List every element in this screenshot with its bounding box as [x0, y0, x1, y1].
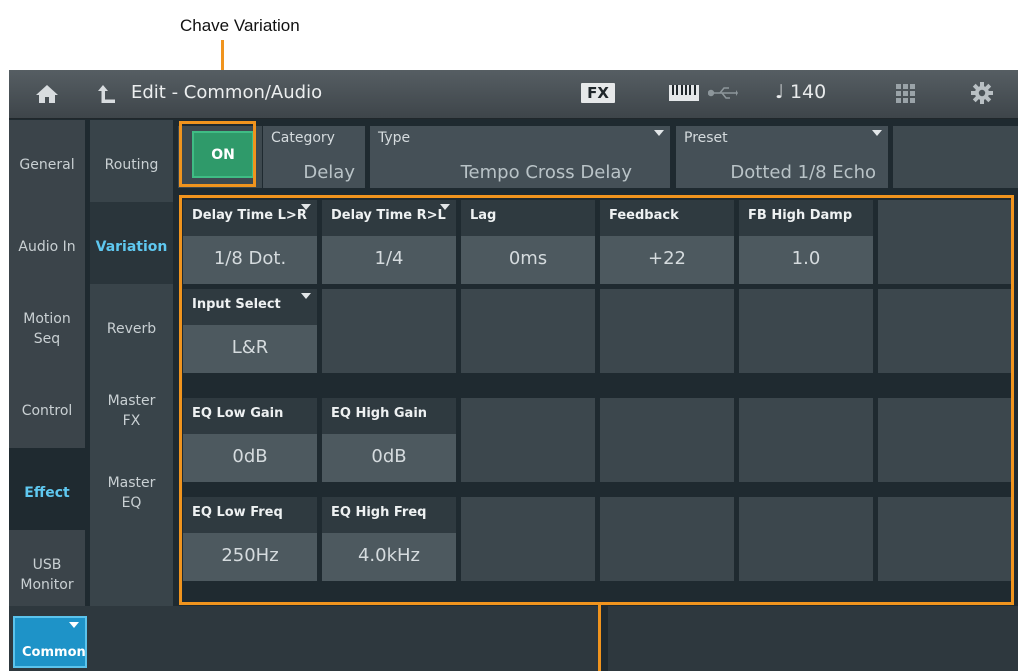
chevron-down-icon: [872, 130, 882, 136]
grid-icon[interactable]: [896, 84, 916, 104]
subtab-master-fx[interactable]: Master FX: [90, 366, 173, 456]
bottom-panel-left: [9, 606, 601, 671]
highlight-on-switch: [179, 121, 256, 187]
category-value: Delay: [303, 162, 355, 183]
usb-icon: [708, 87, 738, 99]
chevron-down-icon: [69, 622, 79, 628]
keyboard-icon: [669, 85, 699, 101]
tab-effect[interactable]: Effect: [9, 448, 85, 538]
subtab-label: Master FX: [107, 392, 156, 429]
tempo-value: 140: [789, 81, 827, 103]
callout-line-bottom: [598, 604, 601, 671]
tempo-display[interactable]: ♩ 140: [775, 81, 826, 103]
header-empty: [893, 126, 1018, 188]
category-field[interactable]: Category Delay: [263, 126, 365, 188]
subtab-label: Reverb: [106, 320, 157, 337]
tab-label: Control: [21, 402, 73, 419]
bottom-panel-right: [608, 606, 1018, 671]
highlight-param-area: [179, 195, 1014, 605]
tab-audio-in[interactable]: Audio In: [9, 202, 85, 292]
type-label: Type: [378, 130, 411, 146]
type-field[interactable]: Type Tempo Cross Delay: [370, 126, 670, 188]
preset-label: Preset: [684, 130, 728, 146]
preset-field[interactable]: Preset Dotted 1/8 Echo: [676, 126, 888, 188]
home-icon[interactable]: [35, 84, 59, 104]
preset-value: Dotted 1/8 Echo: [730, 162, 876, 183]
subtab-master-eq[interactable]: Master EQ: [90, 448, 173, 538]
subtab-reverb[interactable]: Reverb: [90, 284, 173, 374]
back-icon[interactable]: [97, 83, 117, 105]
gear-icon[interactable]: [971, 82, 993, 104]
tab-label: General: [19, 156, 75, 173]
subtab-label: Master EQ: [107, 474, 156, 511]
common-button[interactable]: Common: [13, 616, 87, 668]
tab-label: Audio In: [18, 238, 76, 255]
subtab-label: Variation: [95, 238, 168, 255]
type-value: Tempo Cross Delay: [460, 162, 632, 183]
tab-motion-seq[interactable]: Motion Seq: [9, 284, 85, 374]
common-label: Common: [22, 645, 86, 660]
tab-label: Motion Seq: [23, 310, 71, 347]
fx-icon[interactable]: FX: [581, 83, 615, 103]
top-bar: Edit - Common/Audio FX ♩ 140: [9, 70, 1018, 119]
tab-general[interactable]: General: [9, 120, 85, 210]
subtab-label: Routing: [104, 156, 159, 173]
tab-label: USB Monitor: [20, 556, 74, 593]
note-icon: ♩: [775, 81, 784, 103]
callout-label: Chave Variation: [180, 16, 300, 35]
tab-control[interactable]: Control: [9, 366, 85, 456]
screen-title: Edit - Common/Audio: [131, 82, 323, 103]
tab-label: Effect: [24, 484, 70, 501]
chevron-down-icon: [654, 130, 664, 136]
subtab-routing[interactable]: Routing: [90, 120, 173, 210]
subtab-variation[interactable]: Variation: [90, 202, 173, 292]
category-label: Category: [271, 130, 335, 146]
